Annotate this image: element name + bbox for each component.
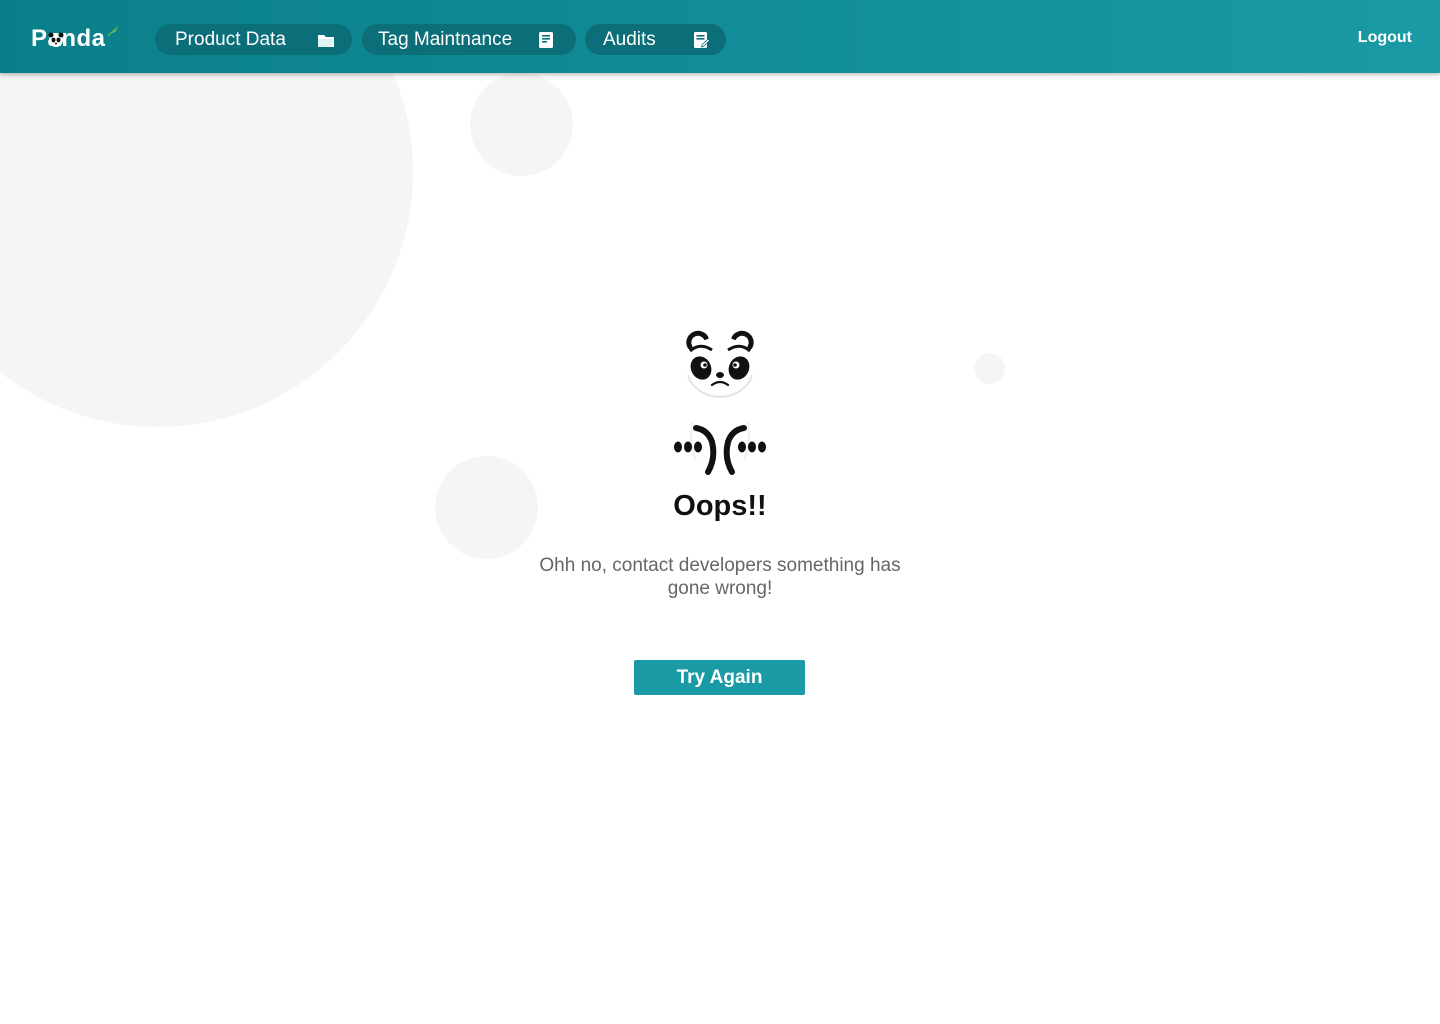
try-again-button[interactable]: Try Again [634,660,805,695]
folder-icon [318,35,334,47]
error-message: Ohh no, contact developers something has… [539,555,901,599]
background-bubble [470,73,573,176]
nav-audits-label: Audits [603,28,656,50]
brand-logo[interactable]: Panda [31,24,119,54]
top-navbar: Panda Product Data Tag Maintnance Audits… [0,0,1440,73]
error-page: Panda Product Data Tag Maintnance Audits… [0,0,1440,1024]
brand-name: Panda [31,25,106,52]
nav-product-data-label: Product Data [175,28,286,50]
bamboo-leaf-icon [107,26,119,37]
background-bubble [974,353,1005,384]
logout-button[interactable]: Logout [1358,29,1412,47]
error-title: Oops!! [673,490,767,522]
panda-logo-icon [48,32,64,47]
sad-panda-icon [674,330,766,475]
nav-tag-maintnance[interactable]: Tag Maintnance [362,24,576,55]
audit-icon [694,32,711,48]
nav-tag-maintnance-label: Tag Maintnance [378,28,513,50]
nav-audits[interactable]: Audits [585,24,726,55]
document-icon [539,32,553,48]
nav-product-data[interactable]: Product Data [155,24,352,55]
